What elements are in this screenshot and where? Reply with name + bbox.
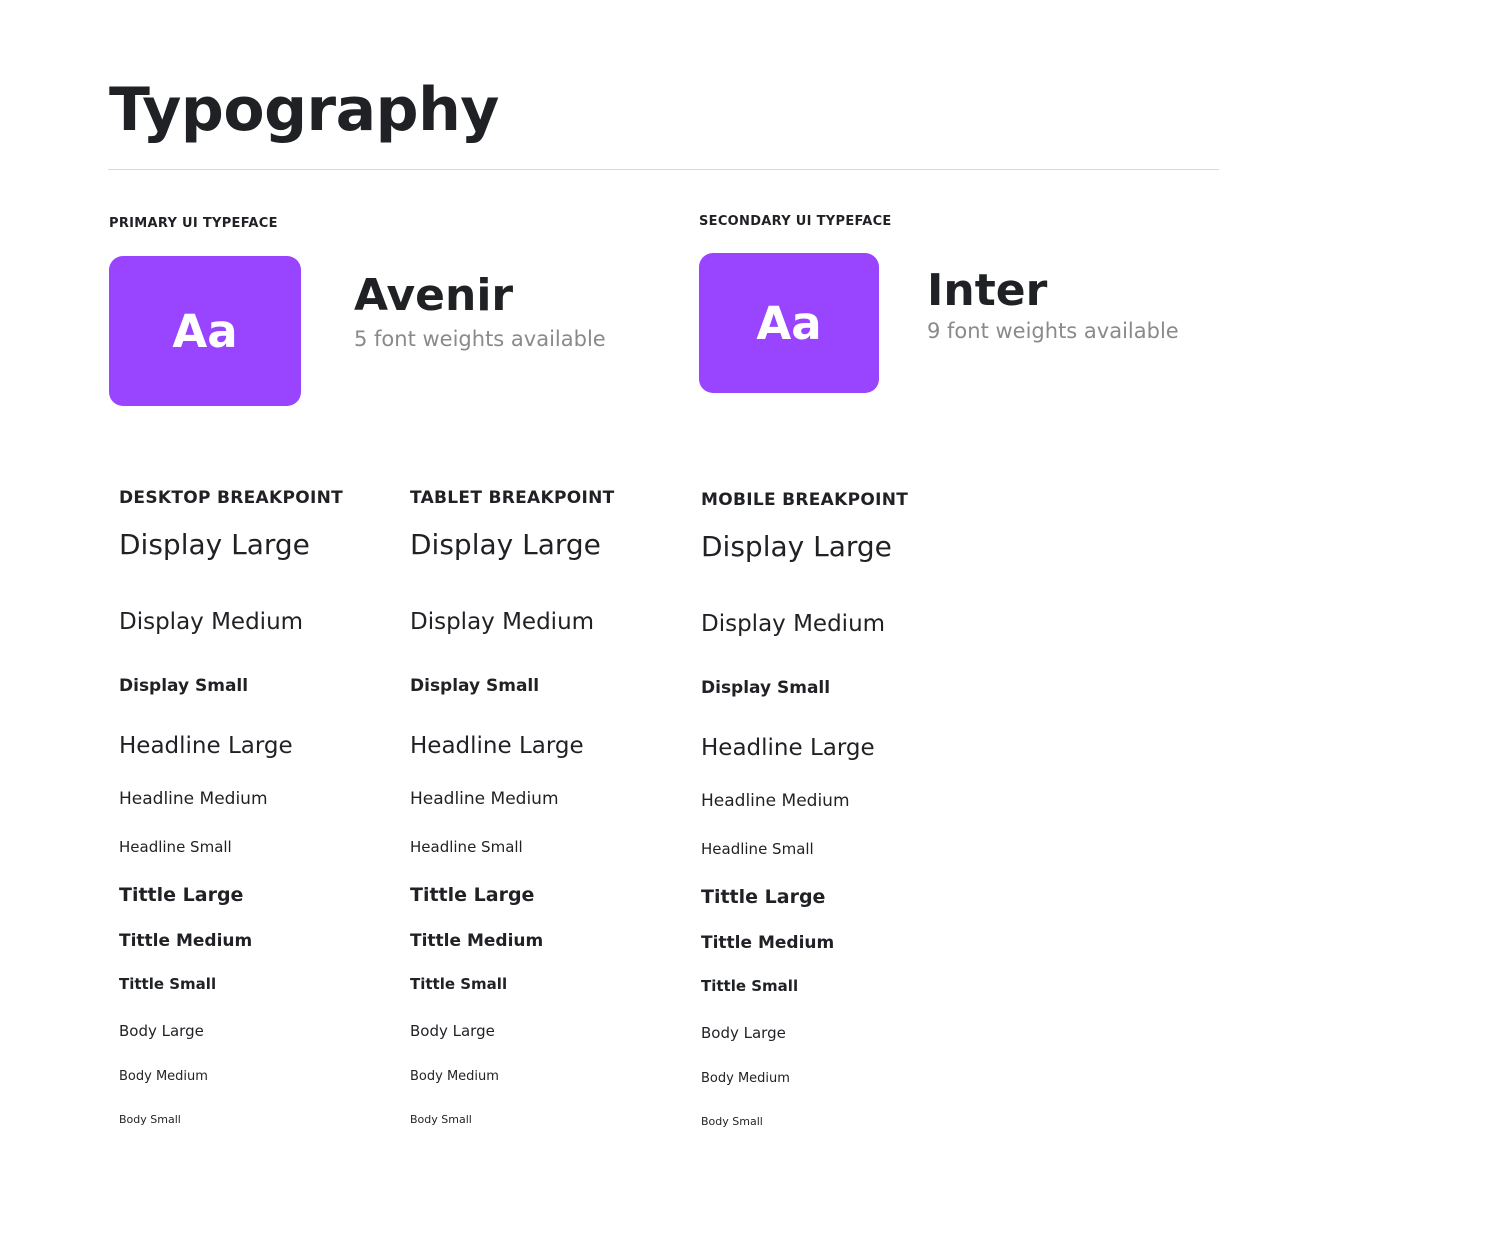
- style-body-medium: Body Medium: [410, 1069, 499, 1084]
- style-title-small: Tittle Small: [410, 975, 508, 993]
- secondary-typeface-label: SECONDARY UI TYPEFACE: [699, 214, 892, 229]
- style-body-large: Body Large: [410, 1022, 495, 1040]
- style-title-small: Tittle Small: [701, 977, 799, 995]
- primary-typeface-sample: Aa: [172, 304, 238, 358]
- style-headline-medium: Headline Medium: [119, 789, 268, 809]
- style-title-large: Tittle Large: [410, 884, 535, 906]
- style-headline-medium: Headline Medium: [701, 791, 850, 811]
- style-headline-large: Headline Large: [410, 733, 584, 759]
- style-title-medium: Tittle Medium: [701, 933, 835, 953]
- style-title-large: Tittle Large: [119, 884, 244, 906]
- tablet-breakpoint-column: TABLET BREAKPOINT Display Large Display …: [410, 487, 690, 1147]
- style-headline-small: Headline Small: [701, 840, 814, 858]
- style-title-medium: Tittle Medium: [410, 931, 544, 951]
- breakpoint-heading: TABLET BREAKPOINT: [410, 488, 615, 508]
- style-headline-large: Headline Large: [119, 733, 293, 759]
- style-body-medium: Body Medium: [119, 1069, 208, 1084]
- style-display-medium: Display Medium: [119, 609, 304, 635]
- style-display-medium: Display Medium: [410, 609, 595, 635]
- style-display-large: Display Large: [119, 528, 310, 561]
- style-display-medium: Display Medium: [701, 611, 886, 637]
- style-headline-medium: Headline Medium: [410, 789, 559, 809]
- style-title-large: Tittle Large: [701, 886, 826, 908]
- style-display-small: Display Small: [701, 678, 831, 698]
- style-body-large: Body Large: [119, 1022, 204, 1040]
- style-headline-large: Headline Large: [701, 735, 875, 761]
- style-title-medium: Tittle Medium: [119, 931, 253, 951]
- page-title: Typography: [109, 75, 499, 145]
- title-divider: [108, 169, 1219, 170]
- style-body-medium: Body Medium: [701, 1071, 790, 1086]
- style-display-large: Display Large: [410, 528, 601, 561]
- style-title-small: Tittle Small: [119, 975, 217, 993]
- breakpoint-heading: MOBILE BREAKPOINT: [701, 490, 909, 510]
- primary-typeface-weights: 5 font weights available: [354, 327, 606, 351]
- secondary-typeface-weights: 9 font weights available: [927, 319, 1179, 343]
- style-headline-small: Headline Small: [119, 838, 232, 856]
- style-body-small: Body Small: [119, 1113, 181, 1126]
- secondary-typeface-swatch: Aa: [699, 253, 879, 393]
- secondary-typeface-name: Inter: [927, 265, 1048, 316]
- breakpoint-heading: DESKTOP BREAKPOINT: [119, 488, 344, 508]
- style-body-small: Body Small: [701, 1115, 763, 1128]
- style-display-small: Display Small: [410, 676, 540, 696]
- style-headline-small: Headline Small: [410, 838, 523, 856]
- primary-typeface-label: PRIMARY UI TYPEFACE: [109, 216, 278, 231]
- mobile-breakpoint-column: MOBILE BREAKPOINT Display Large Display …: [701, 489, 981, 1149]
- style-body-small: Body Small: [410, 1113, 472, 1126]
- style-display-large: Display Large: [701, 530, 892, 563]
- primary-typeface-swatch: Aa: [109, 256, 301, 406]
- desktop-breakpoint-column: DESKTOP BREAKPOINT Display Large Display…: [119, 487, 399, 1147]
- style-body-large: Body Large: [701, 1024, 786, 1042]
- secondary-typeface-sample: Aa: [756, 296, 822, 350]
- primary-typeface-name: Avenir: [354, 270, 514, 321]
- style-display-small: Display Small: [119, 676, 249, 696]
